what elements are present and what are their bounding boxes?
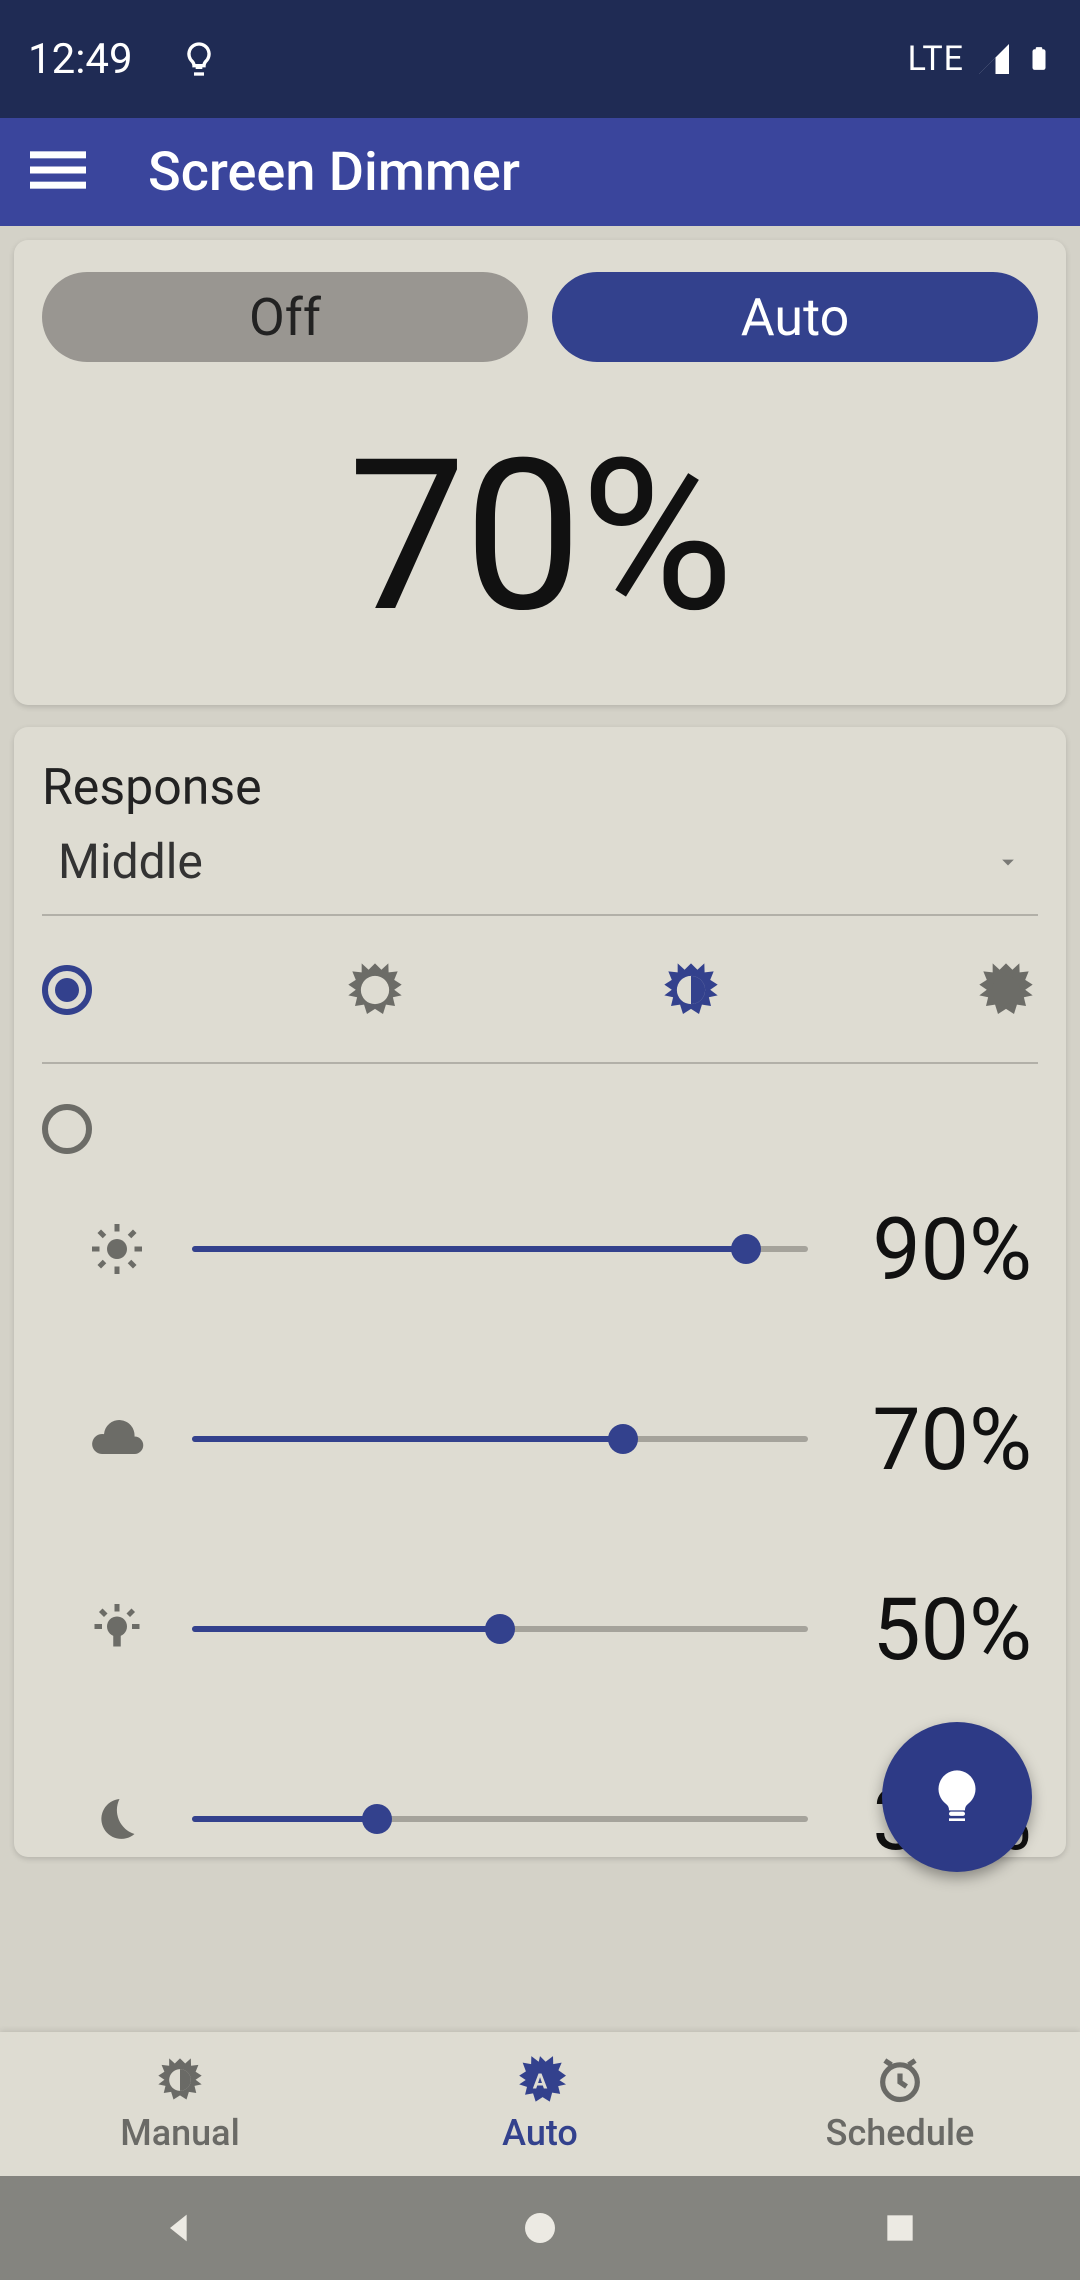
nav-manual-label: Manual [120,2112,240,2154]
current-brightness-value: 70% [42,422,1038,653]
app-title: Screen Dimmer [148,141,520,204]
slider-row-cloud: 70% [42,1344,1038,1534]
sys-back-button[interactable] [156,2204,204,2252]
nav-auto-label: Auto [502,2112,578,2154]
cloud-icon [42,1409,192,1469]
slider-sunny[interactable] [192,1229,808,1269]
slider-sunny-value: 90% [808,1199,1038,1300]
svg-text:A: A [533,2070,548,2095]
nav-schedule-label: Schedule [826,2112,975,2154]
slider-lamp-value: 50% [808,1579,1038,1680]
status-bar: 12:49 LTE [0,0,1080,118]
slider-cloud[interactable] [192,1419,808,1459]
nav-manual[interactable]: Manual [0,2032,360,2176]
bulb-status-icon [179,39,219,79]
bottom-nav: Manual A Auto Schedule [0,2032,1080,2176]
nav-schedule[interactable]: Schedule [720,2032,1080,2176]
preset-radio-selected[interactable] [42,965,92,1015]
sys-recent-button[interactable] [876,2204,924,2252]
app-bar: Screen Dimmer [0,118,1080,226]
slider-row-sunny: 90% [42,1154,1038,1344]
slider-row-lamp: 50% [42,1534,1038,1724]
response-dropdown[interactable]: Middle [42,821,1038,916]
mode-off-button[interactable]: Off [42,272,528,362]
custom-radio[interactable] [42,1104,92,1154]
lamp-icon [42,1599,192,1659]
system-nav-bar [0,2176,1080,2280]
slider-night[interactable] [192,1799,808,1839]
nav-auto[interactable]: A Auto [360,2032,720,2176]
slider-lamp[interactable] [192,1609,808,1649]
sun-icon [42,1219,192,1279]
signal-icon [976,41,1012,77]
slider-cloud-value: 70% [808,1389,1038,1490]
menu-icon[interactable] [30,142,86,202]
mode-auto-button[interactable]: Auto [552,272,1038,362]
brightness-medium-icon[interactable] [659,958,723,1022]
chevron-down-icon [994,848,1022,876]
response-value: Middle [58,833,994,890]
moon-icon [42,1789,192,1849]
battery-icon [1026,39,1052,79]
response-card: Response Middle [14,727,1066,1857]
sys-home-button[interactable] [516,2204,564,2252]
preset-icon-row [42,916,1038,1064]
mode-card: Off Auto 70% [14,240,1066,705]
fab-bulb-button[interactable] [882,1722,1032,1872]
brightness-high-icon[interactable] [974,958,1038,1022]
brightness-low-icon[interactable] [343,958,407,1022]
response-label: Response [42,759,1038,817]
status-time: 12:49 [28,35,133,84]
network-label: LTE [908,39,964,79]
